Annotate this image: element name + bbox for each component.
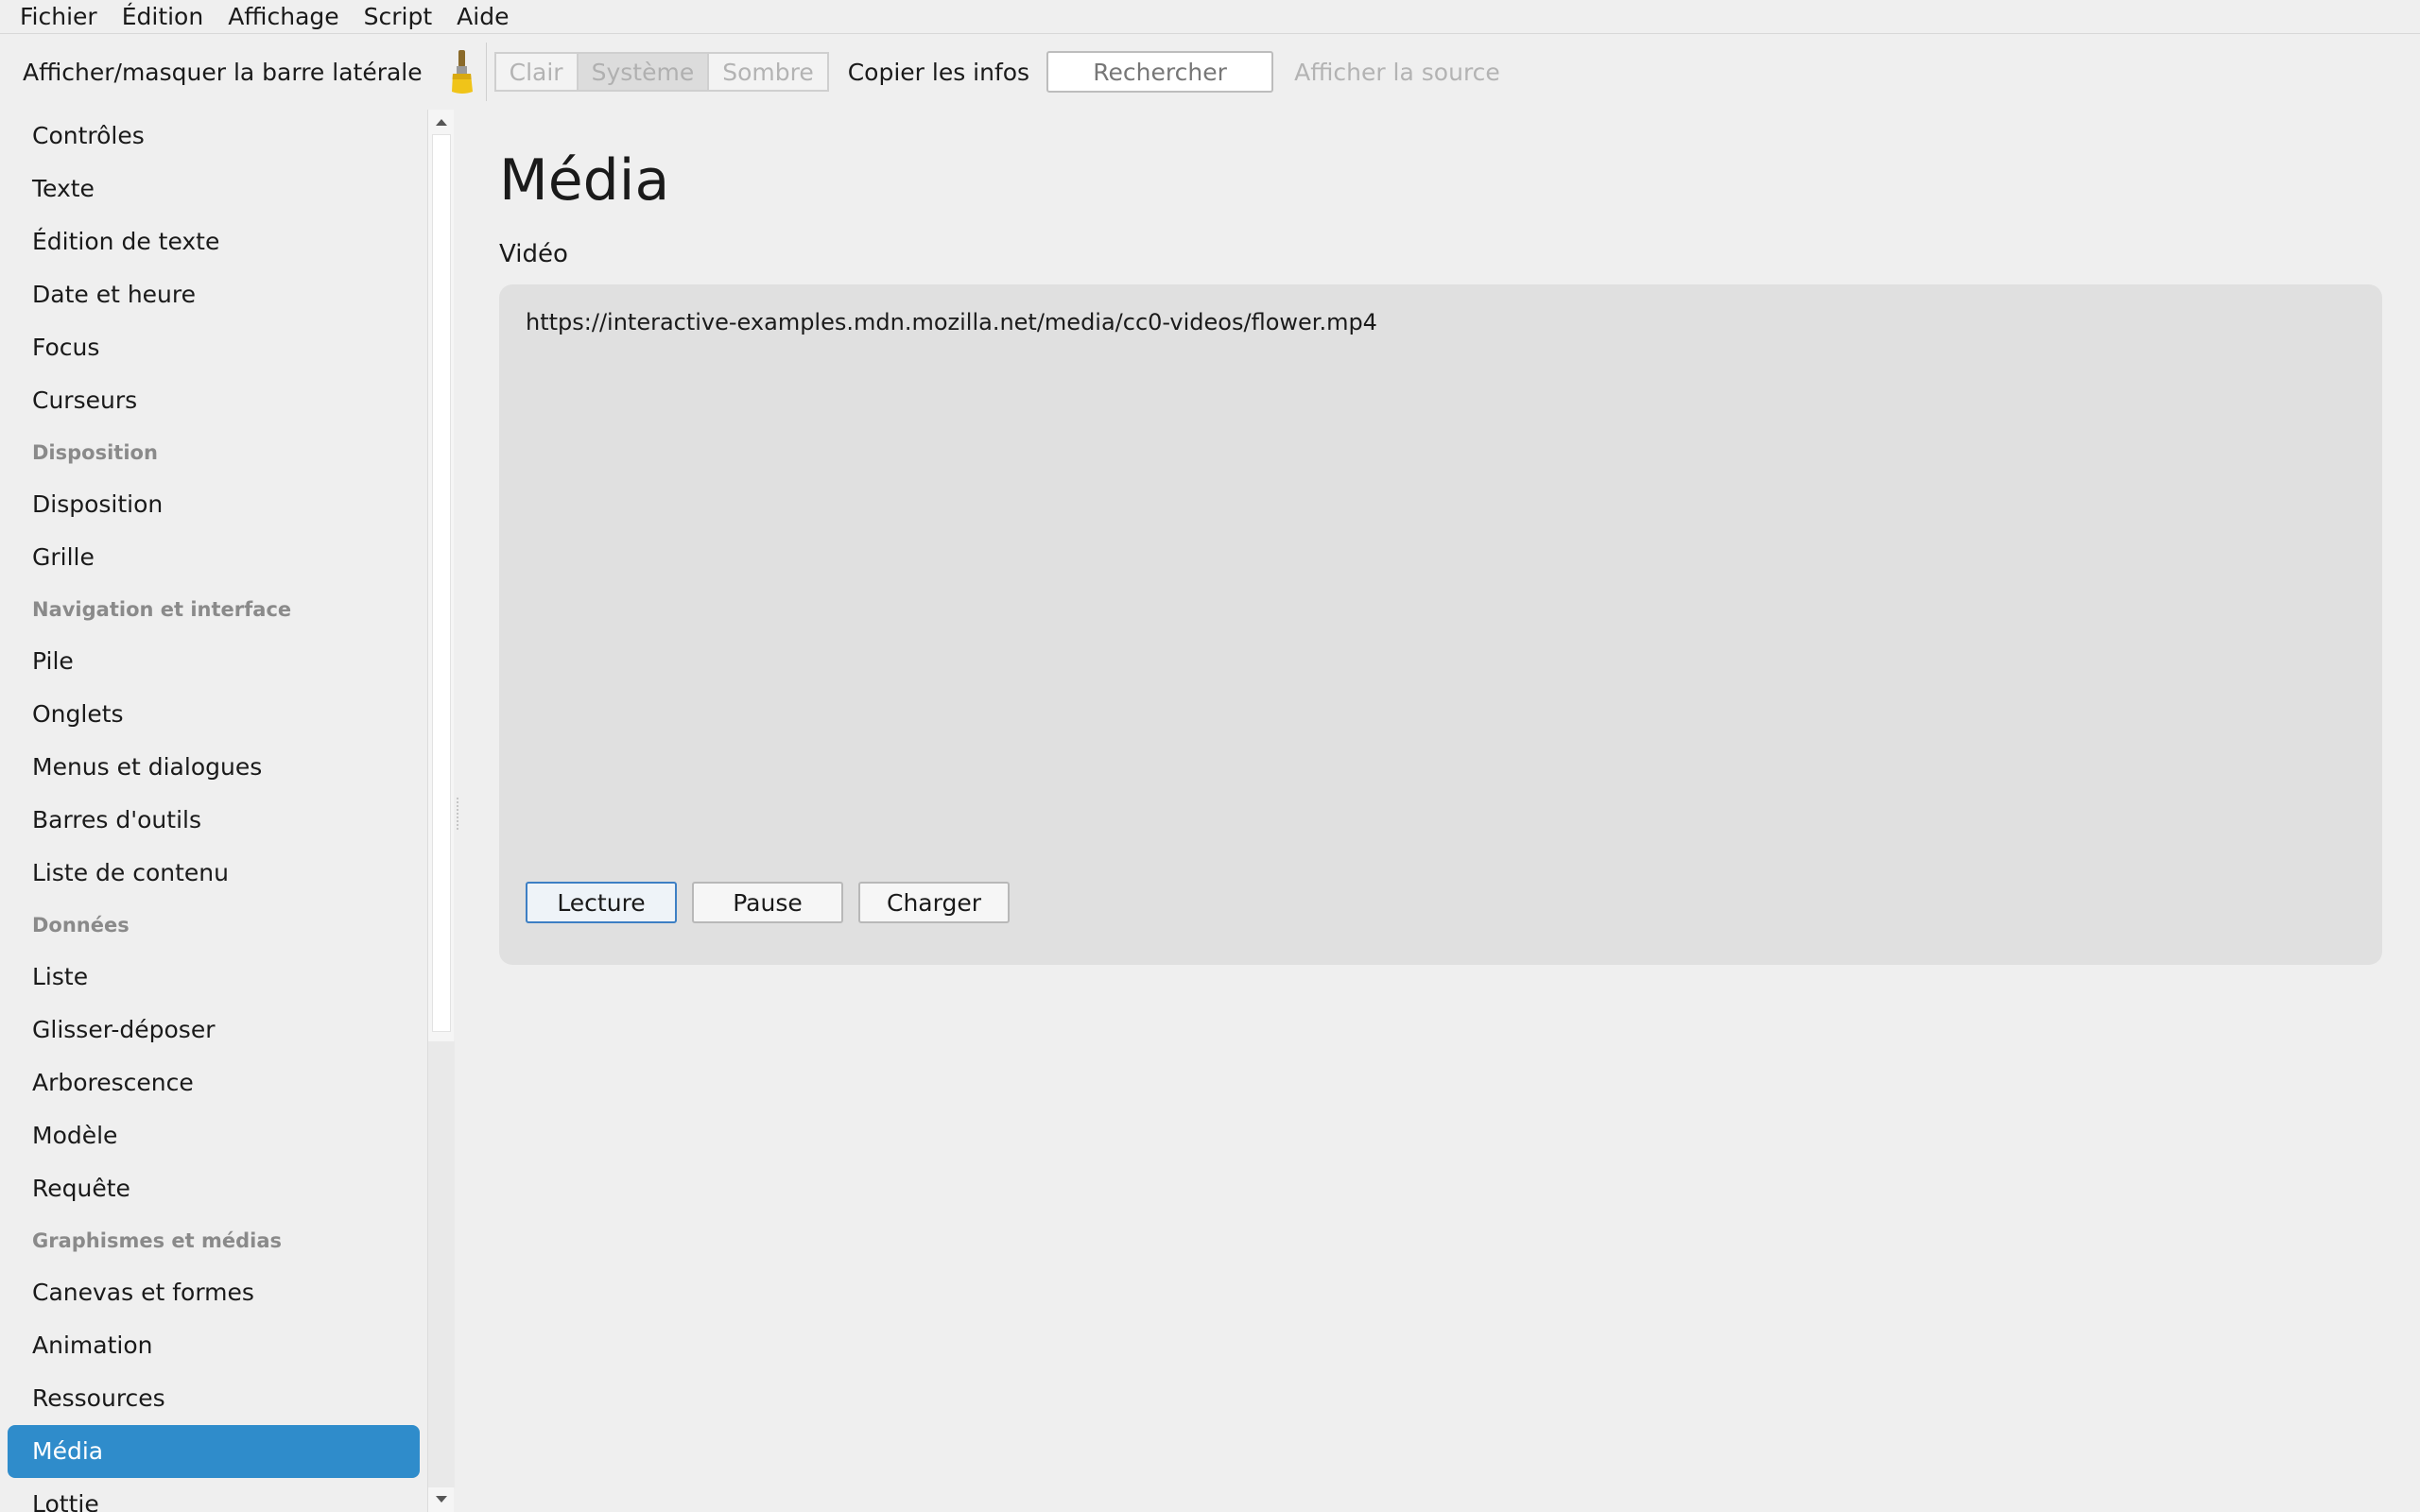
pause-button[interactable]: Pause [692, 882, 843, 923]
main-content: Média Vidéo https://interactive-examples… [463, 110, 2420, 1512]
sidebar-section-header: Graphismes et médias [32, 1229, 282, 1252]
sidebar-item[interactable]: Liste [8, 951, 420, 1004]
menu-bar: Fichier Édition Affichage Script Aide [0, 0, 2420, 34]
sidebar-item[interactable]: Média [8, 1425, 420, 1478]
video-url: https://interactive-examples.mdn.mozilla… [526, 309, 1377, 335]
show-source-button[interactable]: Afficher la source [1283, 59, 1512, 86]
search-input[interactable] [1046, 51, 1274, 93]
sidebar-section-header: Données [32, 914, 130, 936]
paintbrush-icon [452, 50, 474, 94]
video-section-label: Vidéo [499, 240, 568, 268]
theme-system-button[interactable]: Système [578, 52, 710, 92]
theme-dark-button[interactable]: Sombre [709, 52, 829, 92]
sidebar-item[interactable]: Modèle [8, 1109, 420, 1162]
scroll-up-arrow-icon[interactable] [428, 110, 455, 134]
sidebar-item[interactable]: Glisser-déposer [8, 1004, 420, 1057]
menu-edition[interactable]: Édition [110, 1, 216, 33]
splitter-grip [457, 798, 458, 830]
sidebar-item[interactable]: Focus [8, 321, 420, 374]
sidebar: Contrôles Texte Édition de texte Date et he… [0, 110, 427, 1512]
copy-info-button[interactable]: Copier les infos [837, 59, 1041, 86]
sidebar-item[interactable]: Onglets [8, 688, 420, 741]
page-title: Média [499, 147, 670, 214]
menu-script[interactable]: Script [352, 1, 445, 33]
menu-aide[interactable]: Aide [444, 1, 521, 33]
sidebar-item[interactable]: Pile [8, 635, 420, 688]
sidebar-section-header: Disposition [32, 441, 158, 464]
video-player: https://interactive-examples.mdn.mozilla… [499, 284, 2382, 965]
sidebar-item[interactable]: Animation [8, 1319, 420, 1372]
sidebar-item[interactable]: Édition de texte [8, 215, 420, 268]
sidebar-item[interactable]: Requête [8, 1162, 420, 1215]
sidebar-item[interactable]: Disposition [8, 478, 420, 531]
toolbar: Afficher/masquer la barre latérale Clair… [0, 35, 2420, 109]
sidebar-item[interactable]: Menus et dialogues [8, 741, 420, 794]
sidebar-item[interactable]: Curseurs [8, 374, 420, 427]
load-button[interactable]: Charger [858, 882, 1010, 923]
menu-affichage[interactable]: Affichage [216, 1, 351, 33]
sidebar-item[interactable]: Barres d'outils [8, 794, 420, 847]
sidebar-item[interactable]: Liste de contenu [8, 847, 420, 900]
sidebar-section-header: Navigation et interface [32, 598, 292, 621]
theme-selector: Clair Système Sombre [493, 52, 829, 92]
sidebar-scrollbar[interactable] [427, 110, 455, 1512]
theme-brush-button[interactable] [443, 43, 487, 101]
sidebar-item[interactable]: Canevas et formes [8, 1266, 420, 1319]
scroll-down-arrow-icon[interactable] [428, 1487, 455, 1512]
sidebar-item[interactable]: Arborescence [8, 1057, 420, 1109]
sidebar-item[interactable]: Ressources [8, 1372, 420, 1425]
sidebar-item[interactable]: Grille [8, 531, 420, 584]
sidebar-splitter[interactable] [456, 110, 461, 1512]
sidebar-item[interactable]: Lottie [8, 1478, 420, 1512]
sidebar-list: Contrôles Texte Édition de texte Date et he… [8, 110, 420, 1512]
menu-fichier[interactable]: Fichier [8, 1, 110, 33]
sidebar-item[interactable]: Contrôles [8, 110, 420, 163]
scrollbar-track[interactable] [428, 1041, 455, 1487]
media-controls: Lecture Pause Charger [526, 882, 1010, 923]
toggle-sidebar-button[interactable]: Afficher/masquer la barre latérale [11, 59, 434, 86]
scrollbar-thumb[interactable] [432, 134, 451, 1032]
theme-light-button[interactable]: Clair [493, 52, 579, 92]
sidebar-item[interactable]: Texte [8, 163, 420, 215]
sidebar-item[interactable]: Date et heure [8, 268, 420, 321]
play-button[interactable]: Lecture [526, 882, 677, 923]
